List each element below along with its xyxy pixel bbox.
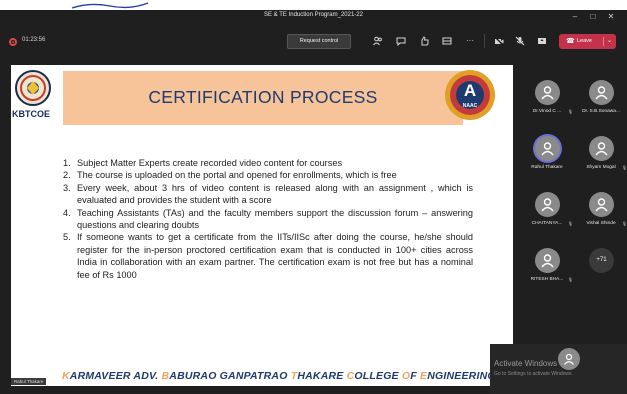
participant-name: Shyam Mogal	[586, 165, 616, 170]
leave-divider	[603, 37, 604, 46]
list-item: 4. Teaching Assistants (TAs) and the facu…	[63, 207, 473, 231]
avatar	[589, 80, 614, 105]
chevron-down-icon[interactable]: ⌄	[607, 34, 612, 49]
participant-name: Dr. S.B.Sonawa...	[582, 109, 620, 114]
list-item: 1. Subject Matter Experts create recorded…	[63, 158, 343, 168]
participant-tile[interactable]: Dr. S.B.Sonawa...	[573, 76, 627, 124]
avatar	[589, 136, 614, 161]
college-logo: KBTCOE	[11, 69, 61, 121]
participant-tile[interactable]: Dr.Vinod C ... 🎙	[519, 76, 575, 124]
participant-name: RITESH BHA...	[530, 277, 564, 282]
meeting-controls-bar: 01:23:56 Request control ··· ☎ Leave ⌄	[0, 24, 627, 64]
shared-slide: CERTIFICATION PROCESS KBTCOE A NAAC 1. S…	[11, 65, 513, 386]
window-title: SE & TE Induction Program_2021-22	[264, 12, 363, 18]
naac-label: NAAC	[462, 103, 478, 109]
meeting-timer: 01:23:56	[22, 37, 46, 43]
participant-tile[interactable]: Rahul Thakare	[519, 132, 575, 180]
phone-hangup-icon: ☎	[566, 38, 575, 45]
avatar	[558, 348, 580, 370]
participant-tile[interactable]: Vishal Shinde 🎙	[573, 188, 627, 236]
mic-off-icon: 🎙	[621, 165, 627, 170]
participant-name: Dr.Vinod C ...	[532, 109, 562, 114]
rooms-icon[interactable]	[439, 33, 455, 49]
participant-name: CHAITANYA...	[531, 221, 563, 226]
more-participants-tile[interactable]: +71	[573, 244, 627, 292]
screenshot-frame: SE & TE Induction Program_2021-22 – □ ✕ …	[0, 0, 627, 394]
avatar	[535, 80, 560, 105]
avatar	[535, 136, 560, 161]
chat-icon[interactable]	[393, 33, 409, 49]
teams-meeting-window: SE & TE Induction Program_2021-22 – □ ✕ …	[0, 10, 627, 394]
reactions-icon[interactable]	[416, 33, 432, 49]
share-icon[interactable]	[534, 33, 550, 49]
college-name-footer: KARMAVEER ADV. BABURAO GANPATRAO THAKARE…	[62, 370, 496, 382]
list-item: 5. If someone wants to get a certificate …	[63, 232, 473, 280]
handwriting-mark	[71, 2, 149, 9]
process-steps-list: 1. Subject Matter Experts create recorded…	[63, 157, 473, 281]
leave-button[interactable]: ☎ Leave ⌄	[559, 34, 616, 49]
activate-windows-watermark: Activate Windows	[494, 359, 558, 368]
naac-grade-letter: A	[463, 81, 477, 100]
participant-tile[interactable]: Shyam Mogal 🎙	[573, 132, 627, 180]
avatar	[535, 192, 560, 217]
avatar	[589, 192, 614, 217]
participant-name: Vishal Shinde	[586, 221, 616, 226]
participant-tile[interactable]: RITESH BHA... 🎙	[519, 244, 575, 292]
title-bar: SE & TE Induction Program_2021-22 – □ ✕	[0, 10, 627, 24]
participant-tile[interactable]: CHAITANYA... 🎙	[519, 188, 575, 236]
naac-logo: A NAAC	[444, 69, 496, 121]
more-icon[interactable]: ···	[462, 33, 478, 49]
recording-icon	[9, 38, 17, 46]
overflow-count: +71	[589, 248, 614, 273]
self-video-tile[interactable]	[490, 344, 627, 394]
mic-off-icon: 🎙	[621, 221, 627, 226]
slide-title: CERTIFICATION PROCESS	[148, 87, 378, 107]
toolbar-divider	[484, 34, 485, 48]
college-logo-text: KBTCOE	[12, 109, 50, 119]
request-control-button[interactable]: Request control	[287, 34, 351, 49]
list-item: 3. Every week, about 3 hrs of video conte…	[63, 182, 473, 206]
camera-off-icon[interactable]	[491, 33, 507, 49]
mic-off-icon[interactable]	[512, 33, 528, 49]
activate-windows-hint: Go to Settings to activate Windows.	[494, 371, 573, 377]
maximize-button[interactable]: □	[586, 10, 600, 24]
leave-label: Leave	[577, 38, 592, 44]
presenter-name-tag: Rahul Thakare	[11, 378, 47, 385]
avatar	[535, 248, 560, 273]
people-icon[interactable]	[370, 33, 386, 49]
participant-name: Rahul Thakare	[531, 165, 563, 170]
close-button[interactable]: ✕	[604, 10, 618, 24]
minimize-button[interactable]: –	[568, 10, 582, 24]
list-item: 2. The course is uploaded on the portal a…	[63, 170, 397, 181]
